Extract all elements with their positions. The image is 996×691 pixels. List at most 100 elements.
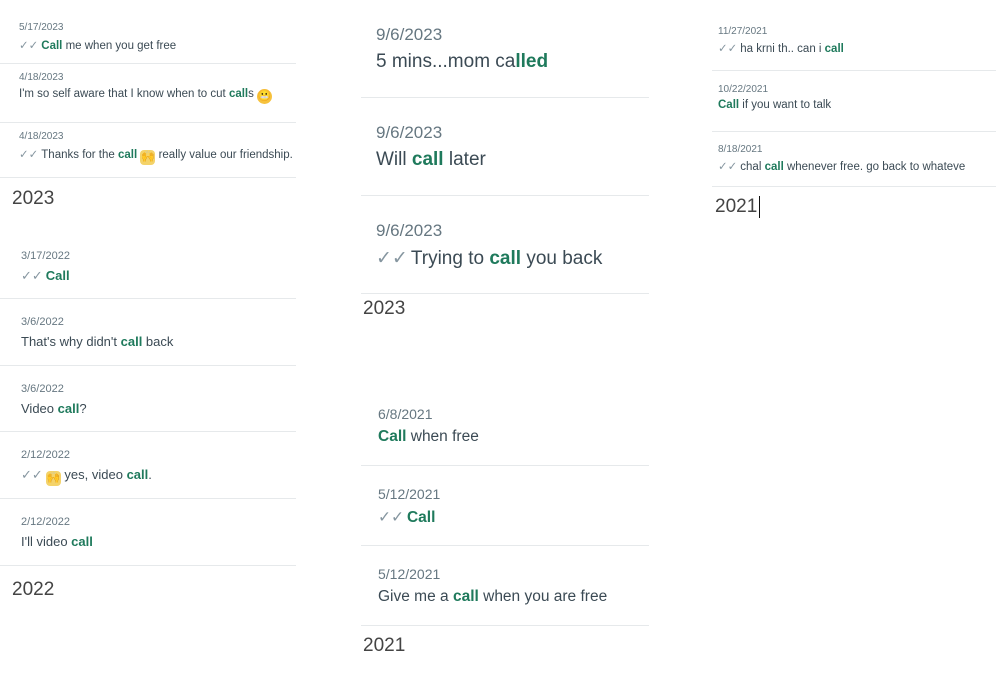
message-text: you back	[521, 248, 603, 269]
message-text: later	[443, 149, 486, 170]
message-preview: I'm so self aware that I know when to cu…	[19, 88, 296, 104]
raised-hands-emoji-icon: 🙌	[45, 471, 61, 486]
message-text: s	[248, 88, 258, 100]
text-cursor	[759, 196, 760, 218]
search-result-item[interactable]: 4/18/2023 I'm so self aware that I know w…	[0, 64, 296, 123]
search-result-item[interactable]: 4/18/2023 ✓✓ Thanks for the call 🙌 really …	[0, 123, 296, 178]
message-date: 9/6/2023	[376, 221, 443, 240]
year-header: 2023	[12, 188, 55, 209]
search-result-item[interactable]: 3/6/2022 Video call?	[0, 366, 296, 432]
message-date: 5/12/2021	[378, 566, 441, 582]
search-result-item[interactable]: 10/22/2021 Call if you want to talk	[712, 72, 996, 132]
message-text: Will	[376, 149, 412, 170]
search-result-item[interactable]: 8/18/2021 ✓✓ chal call whenever free. go b…	[712, 132, 996, 187]
double-check-icon: ✓✓	[718, 161, 738, 173]
message-text: when free	[406, 428, 479, 445]
message-date: 10/22/2021	[718, 84, 769, 95]
message-text: Trying to	[410, 248, 490, 269]
match-highlight: call	[824, 43, 844, 55]
message-preview: ✓✓ Call	[378, 508, 649, 527]
message-preview: Video call?	[21, 401, 296, 416]
raised-hands-emoji-icon: 🙌	[140, 150, 156, 165]
message-text: whenever free. go back to whateve	[783, 161, 966, 173]
match-highlight: call	[452, 588, 479, 605]
match-highlight: call	[228, 88, 249, 100]
face-emoji-icon: 😬	[257, 89, 273, 104]
match-highlight: call	[764, 161, 784, 173]
double-check-icon: ✓✓	[19, 149, 39, 161]
match-highlight: lled	[515, 51, 549, 72]
match-highlight: Call	[406, 509, 436, 526]
message-date: 5/12/2021	[378, 486, 441, 502]
message-text: ?	[79, 401, 87, 416]
year-header: 2022	[12, 579, 55, 600]
message-text: Give me a	[378, 588, 453, 605]
message-date: 3/17/2022	[21, 250, 70, 262]
message-text: me when you get free	[62, 40, 177, 52]
search-result-item[interactable]: 3/6/2022 That's why didn't call back	[0, 299, 296, 366]
message-date: 2/12/2022	[21, 516, 70, 528]
message-text: I'll video	[21, 534, 72, 549]
message-preview: Will call later	[376, 149, 649, 171]
message-text: if you want to talk	[739, 99, 832, 111]
match-highlight: call	[57, 401, 80, 416]
message-date: 9/6/2023	[376, 123, 443, 142]
message-preview: Give me a call when you are free	[378, 588, 649, 606]
search-result-item[interactable]: 2/12/2022 ✓✓ 🙌 yes, video call.	[0, 432, 296, 499]
message-date: 11/27/2021	[718, 26, 768, 37]
search-result-item[interactable]: 2/12/2022 I'll video call	[0, 499, 296, 566]
message-date: 3/6/2022	[21, 383, 64, 395]
search-result-item[interactable]: 6/8/2021 Call when free	[361, 386, 649, 466]
message-date: 4/18/2023	[19, 72, 64, 83]
message-text: back	[142, 334, 174, 349]
message-date: 5/17/2023	[19, 22, 64, 33]
match-highlight: call	[71, 534, 93, 549]
year-header: 2023	[363, 298, 406, 319]
message-text: Thanks for the	[41, 149, 118, 161]
message-date: 4/18/2023	[19, 131, 64, 142]
message-preview: ✓✓ ha krni th.. can i call	[718, 41, 996, 55]
match-highlight: call	[118, 149, 138, 161]
message-preview: 5 mins...mom called	[376, 51, 649, 73]
match-highlight: Call	[378, 428, 407, 445]
message-date: 9/6/2023	[376, 25, 443, 44]
message-preview: ✓✓ Thanks for the call 🙌 really value our…	[19, 147, 296, 165]
message-date: 6/8/2021	[378, 406, 433, 422]
message-preview: ✓✓ Call me when you get free	[19, 38, 296, 52]
match-highlight: call	[120, 334, 143, 349]
search-result-item[interactable]: 5/17/2023 ✓✓ Call me when you get free	[0, 14, 296, 64]
message-text: yes, video	[60, 467, 127, 482]
double-check-icon: ✓✓	[19, 40, 39, 52]
year-header: 2021	[715, 196, 758, 217]
message-text: That's why didn't	[21, 334, 121, 349]
message-date: 3/6/2022	[21, 316, 64, 328]
double-check-icon: ✓✓	[378, 509, 404, 526]
message-preview: Call if you want to talk	[718, 99, 996, 111]
match-highlight: call	[126, 467, 149, 482]
message-text: when you are free	[478, 588, 608, 605]
search-result-item[interactable]: 11/27/2021 ✓✓ ha krni th.. can i call	[712, 14, 996, 71]
match-highlight: call	[489, 248, 522, 269]
message-text: I'm so self aware that I know when to cu…	[19, 88, 229, 100]
double-check-icon: ✓✓	[21, 467, 43, 482]
search-result-item[interactable]: 3/17/2022 ✓✓ Call	[0, 233, 296, 299]
search-result-item[interactable]: 5/12/2021 Give me a call when you are fre…	[361, 546, 649, 626]
year-header: 2021	[363, 635, 406, 656]
match-highlight: Call	[718, 99, 740, 111]
message-date: 8/18/2021	[718, 144, 763, 155]
search-result-item[interactable]: 9/6/2023 Will call later	[361, 98, 649, 196]
message-preview: ✓✓ Call	[21, 268, 296, 284]
message-preview: ✓✓ chal call whenever free. go back to wh…	[718, 159, 996, 173]
match-highlight: call	[411, 149, 444, 170]
search-result-item[interactable]: 9/6/2023 5 mins...mom called	[361, 0, 649, 98]
double-check-icon: ✓✓	[21, 268, 43, 283]
double-check-icon: ✓✓	[376, 248, 408, 269]
match-highlight: Call	[45, 268, 70, 283]
message-text: really value our friendship.	[155, 149, 293, 161]
search-result-item[interactable]: 9/6/2023 ✓✓ Trying to call you back	[361, 196, 649, 294]
search-result-item[interactable]: 5/12/2021 ✓✓ Call	[361, 466, 649, 546]
message-text: ha krni th.. can i	[740, 43, 825, 55]
message-preview: That's why didn't call back	[21, 334, 296, 349]
message-text: Video	[21, 401, 58, 416]
match-highlight: Call	[41, 40, 63, 52]
